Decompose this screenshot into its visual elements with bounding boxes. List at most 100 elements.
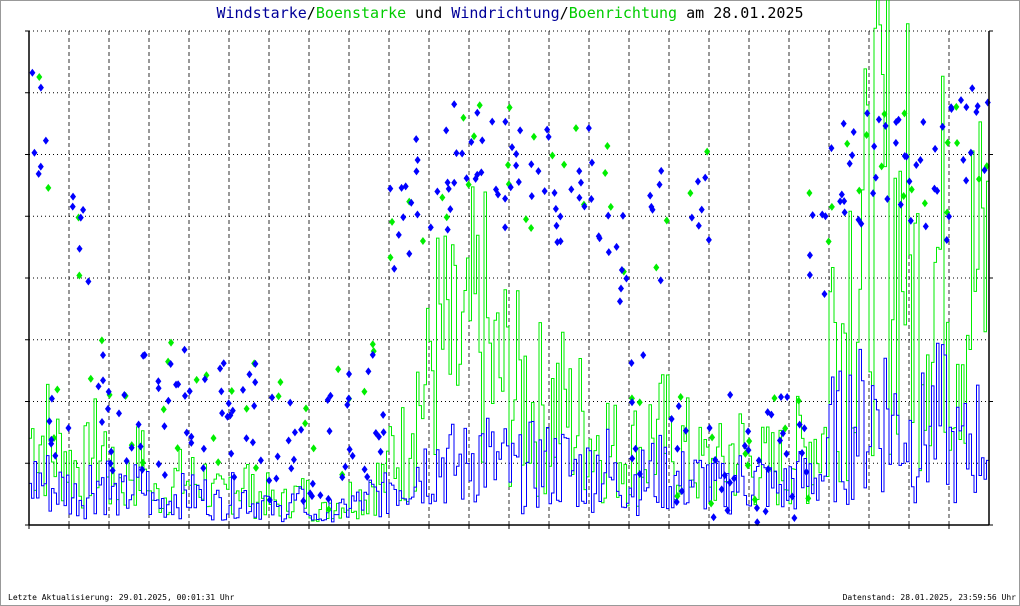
direction-marker [870, 189, 877, 198]
direction-marker [906, 177, 913, 186]
direction-marker [636, 398, 643, 407]
direction-marker [821, 290, 828, 299]
direction-marker [413, 167, 420, 176]
direction-marker [200, 464, 207, 473]
direction-marker [882, 121, 889, 130]
direction-marker [183, 428, 190, 437]
direction-marker [825, 237, 832, 246]
direction-marker [181, 391, 188, 400]
direction-marker [65, 423, 72, 432]
direction-marker [252, 463, 259, 472]
data-status-text: Datenstand: 28.01.2025, 23:59:56 Uhr [842, 593, 1016, 602]
direction-marker [317, 491, 324, 500]
direction-marker [710, 513, 717, 522]
direction-marker [451, 100, 458, 109]
direction-marker [104, 404, 111, 413]
direction-marker [744, 461, 751, 470]
direction-marker [413, 135, 420, 144]
direction-marker [502, 223, 509, 232]
direction-marker [613, 242, 620, 251]
direction-marker [365, 367, 372, 376]
direction-marker [346, 445, 353, 454]
direction-marker [653, 263, 660, 272]
direction-marker [688, 213, 695, 222]
direction-marker [605, 248, 612, 257]
direction-marker [576, 193, 583, 202]
direction-marker [702, 173, 709, 182]
direction-marker [528, 192, 535, 201]
direction-marker [377, 447, 384, 456]
direction-marker [513, 150, 520, 159]
direction-marker [42, 136, 49, 145]
direction-marker [753, 503, 760, 512]
direction-marker [69, 202, 76, 211]
last-update-text: Letzte Aktualisierung: 29.01.2025, 00:01… [8, 593, 235, 602]
direction-marker [771, 394, 778, 403]
direction-marker [801, 424, 808, 433]
direction-marker [784, 393, 791, 402]
direction-marker [967, 148, 974, 157]
direction-marker [528, 160, 535, 169]
direction-marker [552, 204, 559, 213]
direction-marker [791, 513, 798, 522]
direction-marker [892, 138, 899, 147]
direction-marker [52, 451, 59, 460]
direction-marker [291, 428, 298, 437]
direction-marker [443, 126, 450, 135]
direction-marker [70, 192, 77, 201]
direction-marker [944, 138, 951, 147]
direction-marker [414, 210, 421, 219]
direction-marker [460, 113, 467, 122]
direction-marker [54, 385, 61, 394]
direction-marker [698, 205, 705, 214]
direction-marker [76, 244, 83, 253]
direction-marker [380, 428, 387, 437]
direction-marker [252, 378, 259, 387]
direction-marker [37, 162, 44, 171]
direction-marker [917, 155, 924, 164]
direction-marker [838, 190, 845, 199]
direction-marker [505, 161, 512, 170]
direction-marker [506, 103, 513, 112]
direction-marker [694, 177, 701, 186]
direction-marker [617, 284, 624, 293]
direction-marker [439, 193, 446, 202]
direction-marker [98, 336, 105, 345]
direction-marker [200, 444, 207, 453]
direction-marker [349, 451, 356, 460]
direction-marker [380, 410, 387, 419]
direction-marker [246, 370, 253, 379]
direction-marker [155, 377, 162, 386]
direction-marker [709, 433, 716, 442]
direction-marker [406, 249, 413, 258]
direction-marker [573, 124, 580, 133]
direction-marker [920, 118, 927, 127]
series-line-boenstarke [29, 0, 989, 522]
direction-marker [727, 390, 734, 399]
direction-marker [29, 68, 36, 77]
wind-chart [25, 0, 993, 529]
direction-marker [828, 202, 835, 211]
direction-marker [161, 422, 168, 431]
direction-marker [193, 375, 200, 384]
direction-marker [303, 404, 310, 413]
direction-marker [231, 473, 238, 482]
direction-marker [629, 454, 636, 463]
direction-marker [243, 404, 250, 413]
direction-marker [568, 185, 575, 194]
direction-marker [632, 444, 639, 453]
direction-marker [674, 444, 681, 453]
direction-marker [844, 139, 851, 148]
direction-marker [395, 230, 402, 239]
direction-marker [249, 438, 256, 447]
direction-marker [809, 211, 816, 220]
direction-marker [165, 396, 172, 405]
direction-marker [640, 351, 647, 360]
direction-marker [251, 401, 258, 410]
direction-marker [186, 387, 193, 396]
direction-marker [561, 160, 568, 169]
direction-marker [806, 188, 813, 197]
direction-marker [447, 205, 454, 214]
direction-marker [619, 211, 626, 220]
direction-marker [342, 462, 349, 471]
